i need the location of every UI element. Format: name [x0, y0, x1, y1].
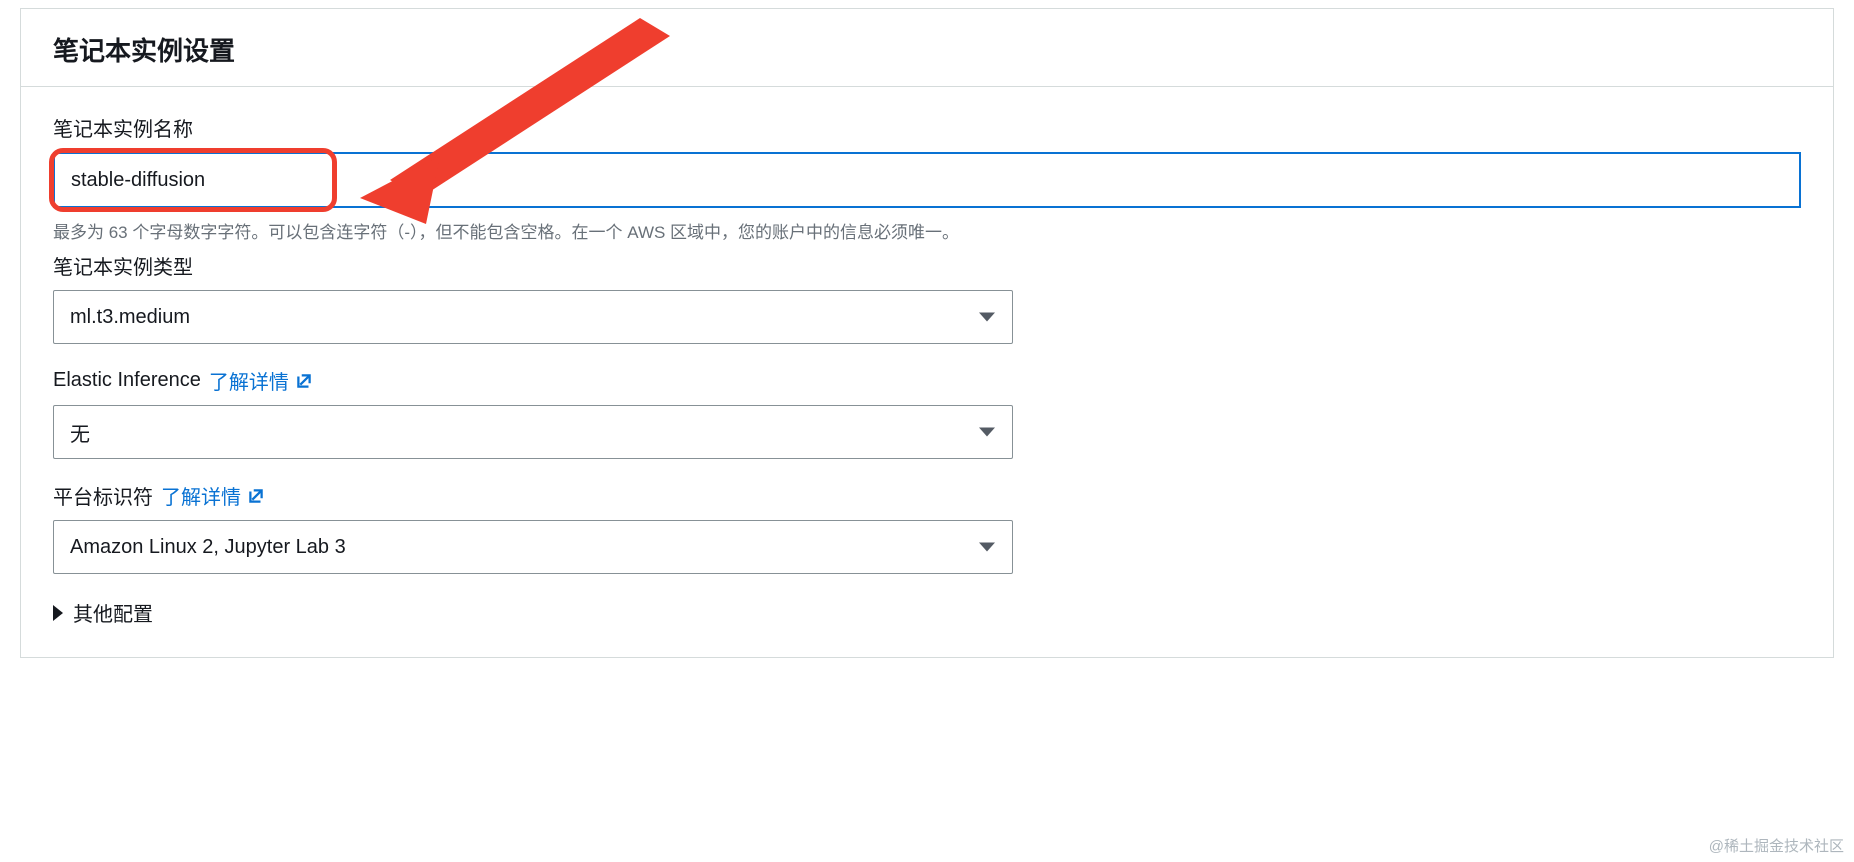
link-text: 了解详情	[161, 481, 241, 510]
field-instance-type: 笔记本实例类型 ml.t3.medium	[53, 251, 1801, 344]
panel-header: 笔记本实例设置	[21, 9, 1833, 87]
link-text: 了解详情	[209, 366, 289, 395]
label-notebook-name: 笔记本实例名称	[53, 113, 1801, 142]
platform-identifier-select[interactable]: Amazon Linux 2, Jupyter Lab 3	[53, 520, 1013, 574]
watermark: @稀土掘金技术社区	[1709, 835, 1844, 856]
help-notebook-name: 最多为 63 个字母数字字符。可以包含连字符（-），但不能包含空格。在一个 AW…	[53, 218, 1801, 243]
external-link-icon	[247, 487, 265, 505]
platform-identifier-value: Amazon Linux 2, Jupyter Lab 3	[70, 536, 346, 559]
field-platform-identifier: 平台标识符 了解详情 Amazon Linux 2, Jupyter Lab 3	[53, 481, 1801, 574]
instance-type-value: ml.t3.medium	[70, 306, 190, 329]
other-config-expander[interactable]: 其他配置	[53, 598, 1801, 627]
panel-body: 笔记本实例名称 最多为 63 个字母数字字符。可以包含连字符（-），但不能包含空…	[21, 87, 1833, 627]
label-instance-type: 笔记本实例类型	[53, 251, 1801, 280]
elastic-inference-select[interactable]: 无	[53, 405, 1013, 459]
label-elastic-inference: Elastic Inference	[53, 369, 201, 392]
label-platform-identifier: 平台标识符	[53, 481, 153, 510]
external-link-icon	[295, 372, 313, 390]
field-elastic-inference: Elastic Inference 了解详情 无	[53, 366, 1801, 459]
notebook-name-input[interactable]	[53, 152, 1801, 208]
instance-type-select[interactable]: ml.t3.medium	[53, 290, 1013, 344]
notebook-settings-panel: 笔记本实例设置 笔记本实例名称 最多为 63 个字母数字字符。可以包含连字符（-…	[20, 8, 1834, 658]
elastic-inference-value: 无	[70, 418, 90, 447]
caret-right-icon	[53, 605, 63, 621]
elastic-inference-learn-more-link[interactable]: 了解详情	[209, 366, 313, 395]
platform-learn-more-link[interactable]: 了解详情	[161, 481, 265, 510]
panel-title: 笔记本实例设置	[53, 31, 1801, 68]
other-config-label: 其他配置	[73, 598, 153, 627]
field-notebook-name: 笔记本实例名称 最多为 63 个字母数字字符。可以包含连字符（-），但不能包含空…	[53, 113, 1801, 243]
